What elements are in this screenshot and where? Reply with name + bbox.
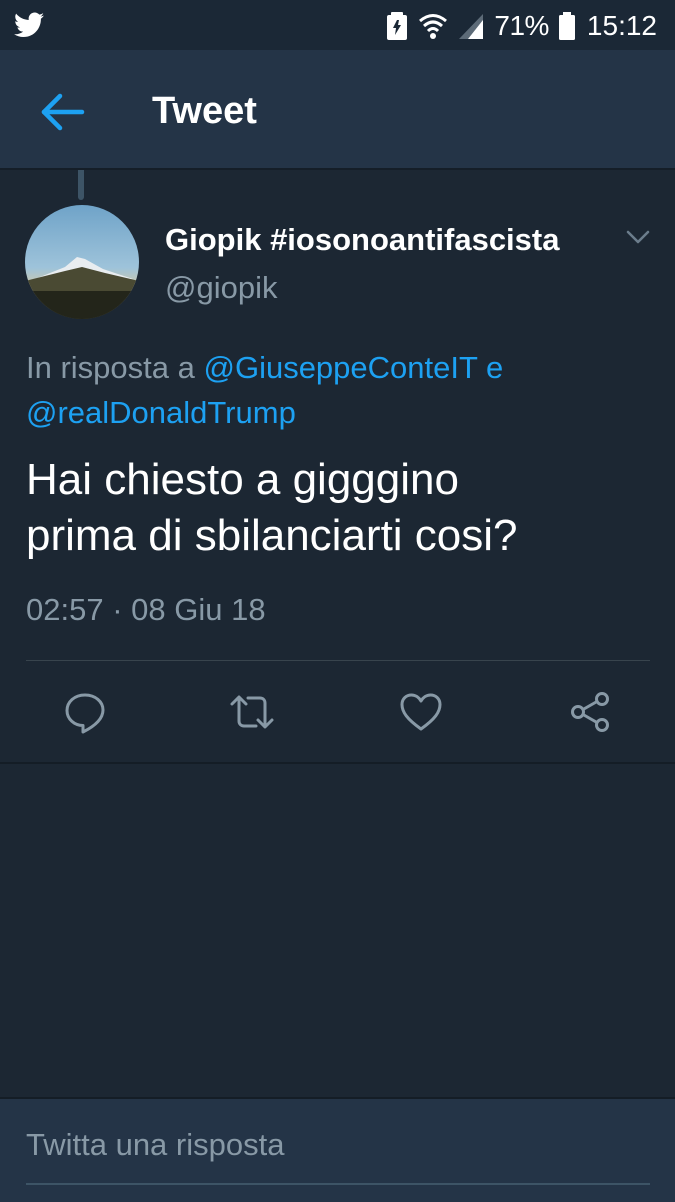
reply-context: In risposta a @GiuseppeConteIT e @realDo… — [26, 345, 646, 435]
wifi-icon — [419, 14, 448, 39]
author-display-name[interactable]: Giopik #iosonoantifascista — [165, 222, 559, 258]
tweet-text-line: Hai chiesto a gigggino — [26, 455, 459, 504]
mention-link[interactable]: @GiuseppeConteIT — [203, 350, 477, 385]
retweet-icon[interactable] — [228, 688, 276, 736]
tweet-actions — [0, 680, 675, 746]
battery-percentage: 71% — [494, 10, 549, 41]
tweet-timestamp: 02:57 · 08 Giu 18 — [26, 592, 266, 627]
divider — [0, 762, 675, 764]
battery-saver-icon — [387, 12, 408, 40]
back-arrow-icon[interactable] — [38, 90, 88, 134]
signal-icon — [459, 14, 484, 39]
avatar[interactable] — [25, 205, 139, 319]
twitter-bird-icon — [14, 12, 44, 37]
tweet-text-line: prima di sbilanciarti cosi? — [26, 511, 518, 560]
status-bar: 71% 15:12 — [0, 0, 675, 50]
heart-icon[interactable] — [397, 688, 445, 736]
battery-icon — [558, 12, 575, 40]
chevron-down-icon[interactable] — [622, 222, 654, 252]
tweet-text: Hai chiesto a gigggino prima di sbilanci… — [26, 452, 651, 564]
divider — [26, 660, 650, 661]
reply-input[interactable]: Twitta una risposta — [26, 1127, 650, 1185]
reply-bubble-icon[interactable] — [61, 688, 109, 736]
share-icon[interactable] — [566, 688, 614, 736]
app-bar: Tweet — [0, 50, 675, 170]
page-title: Tweet — [152, 90, 257, 132]
reply-composer: Twitta una risposta — [0, 1097, 675, 1202]
author-handle[interactable]: @giopik — [165, 270, 277, 306]
reply-conjunction: e — [477, 350, 504, 385]
status-indicators: 71% 15:12 — [386, 10, 657, 42]
mention-link[interactable]: @realDonaldTrump — [26, 395, 296, 430]
reply-prefix: In risposta a — [26, 350, 204, 385]
clock: 15:12 — [586, 10, 657, 41]
avatar-image — [25, 205, 139, 319]
thread-connector-line — [78, 170, 84, 200]
